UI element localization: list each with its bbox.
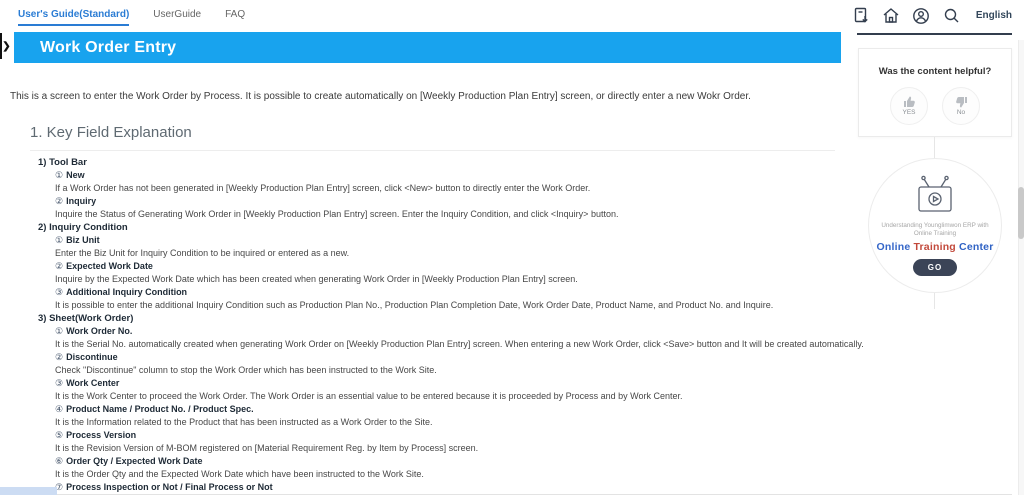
circled-number: ① xyxy=(55,235,63,245)
group-head-sheet-work-order: 3) Sheet(Work Order) xyxy=(38,312,845,325)
item-description: Inquire by the Expected Work Date which … xyxy=(55,273,845,286)
group-head-inquiry-condition: 2) Inquiry Condition xyxy=(38,221,845,234)
circled-number: ① xyxy=(55,170,63,180)
sidebar-expand-toggle[interactable]: ❯ xyxy=(0,33,11,59)
connector-line xyxy=(934,293,935,309)
circled-number: ① xyxy=(55,326,63,336)
circled-number: ⑥ xyxy=(55,456,63,466)
connector-line xyxy=(934,137,935,159)
item-label: ③Additional Inquiry Condition xyxy=(55,286,845,299)
item-label: ⑤Process Version xyxy=(55,429,845,442)
document-download-icon[interactable] xyxy=(852,6,871,25)
circled-number: ③ xyxy=(55,378,63,388)
item-label: ③Work Center xyxy=(55,377,845,390)
page-title: Work Order Entry xyxy=(14,39,176,57)
item-label: ①Work Order No. xyxy=(55,325,845,338)
circled-number: ② xyxy=(55,352,63,362)
online-training-center-title: Online Training Center xyxy=(869,241,1001,253)
intro-paragraph: This is a screen to enter the Work Order… xyxy=(0,63,845,102)
circled-number: ② xyxy=(55,196,63,206)
item-description: Check "Discontinue" column to stop the W… xyxy=(55,364,845,377)
item-description: It is the Revision Version of M-BOM regi… xyxy=(55,442,845,455)
main-content: This is a screen to enter the Work Order… xyxy=(0,63,845,494)
item-label: ④Product Name / Product No. / Product Sp… xyxy=(55,403,845,416)
item-description: It is the Order Qty and the Expected Wor… xyxy=(55,468,845,481)
circled-number: ⑤ xyxy=(55,430,63,440)
tab-userguide[interactable]: UserGuide xyxy=(153,9,201,26)
profile-icon[interactable] xyxy=(912,6,931,25)
group-head-tool-bar: 1) Tool Bar xyxy=(38,156,845,169)
go-button[interactable]: GO xyxy=(913,259,957,276)
key-field-explanation-list: 1) Tool Bar ①New If a Work Order has not… xyxy=(0,151,845,494)
nav-divider xyxy=(857,33,1012,35)
item-label: ⑥Order Qty / Expected Work Date xyxy=(55,455,845,468)
training-tagline: Understanding Younglimwon ERP with Onlin… xyxy=(869,222,1001,238)
item-label: ②Inquiry xyxy=(55,195,845,208)
home-icon[interactable] xyxy=(882,6,901,25)
vertical-scrollbar-track[interactable] xyxy=(1018,40,1024,495)
item-label: ②Discontinue xyxy=(55,351,845,364)
feedback-no-label: No xyxy=(957,109,965,116)
tab-faq[interactable]: FAQ xyxy=(225,9,245,26)
feedback-no-button[interactable]: No xyxy=(942,87,980,125)
circled-number: ③ xyxy=(55,287,63,297)
feedback-yes-button[interactable]: YES xyxy=(890,87,928,125)
item-label: ①Biz Unit xyxy=(55,234,845,247)
item-description: Enter the Biz Unit for Inquiry Condition… xyxy=(55,247,845,260)
vertical-scrollbar-thumb[interactable] xyxy=(1018,187,1024,239)
item-description: It is the Serial No. automatically creat… xyxy=(55,338,845,351)
help-tabs: User's Guide(Standard) UserGuide FAQ xyxy=(18,9,245,26)
feedback-question: Was the content helpful? xyxy=(859,66,1011,77)
top-navigation: User's Guide(Standard) UserGuide FAQ Eng… xyxy=(0,0,1024,33)
page-banner: Work Order Entry xyxy=(14,32,841,63)
item-description: If a Work Order has not been generated i… xyxy=(55,182,845,195)
language-selector[interactable]: English xyxy=(976,10,1012,21)
circled-number: ④ xyxy=(55,404,63,414)
feedback-card: Was the content helpful? YES No xyxy=(858,48,1012,137)
horizontal-scrollbar-thumb[interactable] xyxy=(0,487,57,495)
item-description: It is the Work Center to proceed the Wor… xyxy=(55,390,845,403)
search-icon[interactable] xyxy=(942,6,961,25)
video-training-icon xyxy=(869,175,1001,220)
feedback-yes-label: YES xyxy=(902,109,915,116)
online-training-widget: Understanding Younglimwon ERP with Onlin… xyxy=(868,158,1002,293)
item-label: ②Expected Work Date xyxy=(55,260,845,273)
thumbs-down-icon xyxy=(955,96,968,108)
tab-users-guide-standard[interactable]: User's Guide(Standard) xyxy=(18,9,129,26)
item-description: It is possible to enter the additional I… xyxy=(55,299,845,312)
circled-number: ② xyxy=(55,261,63,271)
item-label: ⑦Process Inspection or Not / Final Proce… xyxy=(55,481,845,494)
thumbs-up-icon xyxy=(903,96,916,108)
item-label: ①New xyxy=(55,169,845,182)
section-title: 1. Key Field Explanation xyxy=(0,102,845,141)
item-description: It is the Information related to the Pro… xyxy=(55,416,845,429)
item-description: Inquire the Status of Generating Work Or… xyxy=(55,208,845,221)
